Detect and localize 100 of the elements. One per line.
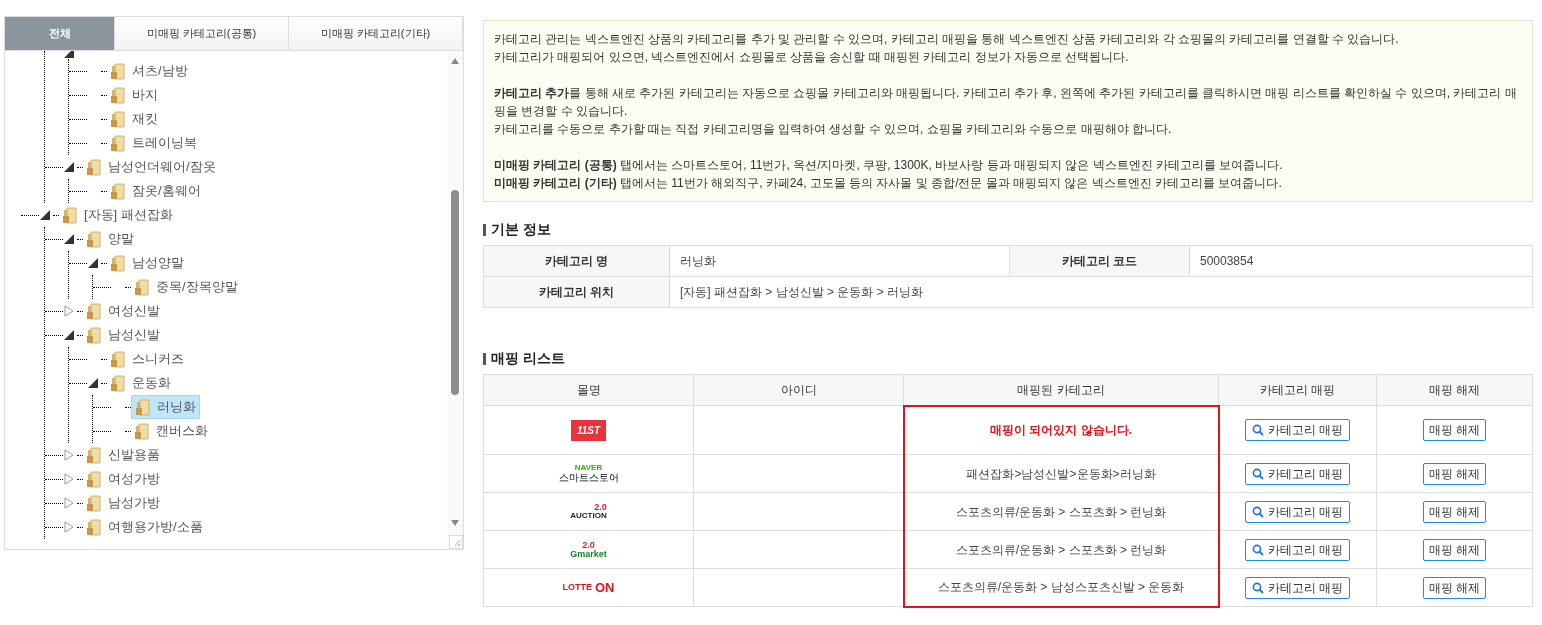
folder-icon (86, 470, 102, 488)
tree-node[interactable]: [자동] 패션잡화 (59, 203, 176, 227)
column-header: 몰명 (483, 374, 694, 406)
table-cell: 러닝화 (669, 245, 1010, 277)
scroll-down-icon[interactable] (450, 519, 460, 527)
collapse-icon[interactable] (63, 233, 75, 245)
tree-node[interactable]: 셔츠/남방 (107, 59, 191, 83)
notice-text: 미매핑 카테고리 (기타) 탭에서는 11번가 해외직구, 카페24, 고도몰 등의 자사몰 및 종합/전문 몰과 매핑되지 않은 넥스트엔진 카테고리를 보여줍니다. (494, 175, 1283, 192)
mall-logo-caption: 스마트스토어 (558, 473, 619, 483)
scrollbar[interactable] (447, 51, 463, 549)
collapse-icon[interactable] (63, 161, 75, 173)
version-label: 2.0 (594, 503, 607, 512)
collapse-icon[interactable] (39, 209, 51, 221)
mall-logo: Gmarket (570, 549, 607, 559)
category-mapping-button[interactable]: 카테고리 매핑 (1245, 538, 1351, 561)
tree-node[interactable]: 잠옷/홈웨어 (107, 179, 204, 203)
mall-logo: NAVER (574, 464, 603, 472)
table-cell: 매핑이 되어있지 않습니다. (903, 405, 1219, 455)
folder-icon (110, 134, 126, 152)
expand-icon[interactable] (63, 449, 75, 461)
tree-node[interactable]: 여성신발 (83, 299, 163, 323)
expand-icon[interactable] (63, 305, 75, 317)
column-header: 아이디 (693, 374, 904, 406)
table-header: 카테고리 코드 (1009, 245, 1190, 277)
tree-node[interactable]: 러닝화 (131, 395, 200, 419)
folder-icon (110, 62, 126, 80)
category-mapping-button[interactable]: 카테고리 매핑 (1245, 500, 1351, 523)
mall-logo: 11ST (570, 419, 607, 441)
table-header: 카테고리 위치 (483, 276, 670, 308)
tree-node[interactable]: 남성가방 (83, 491, 163, 515)
category-mapping-button[interactable]: 카테고리 매핑 (1245, 419, 1351, 441)
tree-node[interactable]: 중목/장목양말 (131, 275, 241, 299)
section-title: 기본 정보 (491, 220, 551, 239)
collapse-icon[interactable] (63, 329, 75, 341)
search-icon (1252, 543, 1265, 556)
tree-node[interactable]: 스니커즈 (107, 347, 187, 371)
tree-node[interactable]: 신발용품 (83, 443, 163, 467)
column-header: 매핑 해제 (1376, 374, 1533, 406)
tab[interactable]: 미매핑 카테고리(공통) (115, 17, 289, 51)
table-cell: [자동] 패션잡화 > 남성신발 > 운동화 > 러닝화 (669, 276, 1533, 308)
tree-node[interactable]: 트레이닝복 (107, 131, 200, 155)
expand-icon[interactable] (63, 497, 75, 509)
table-cell: 스포츠의류/운동화 > 스포츠화 > 런닝화 (903, 530, 1219, 569)
section-title: 매핑 리스트 (491, 349, 565, 368)
folder-icon (86, 230, 102, 248)
tree-node[interactable]: 캔버스화 (131, 419, 211, 443)
folder-icon (110, 374, 126, 392)
unmap-button[interactable]: 매핑 해제 (1422, 500, 1487, 523)
search-icon (1252, 467, 1265, 480)
folder-icon (86, 158, 102, 176)
tree-node[interactable]: 여행용가방/소품 (83, 515, 206, 539)
unmap-button[interactable]: 매핑 해제 (1422, 419, 1487, 441)
column-header: 매핑된 카테고리 (903, 374, 1219, 406)
tree-node[interactable]: 남성언더웨어/잠옷 (83, 155, 219, 179)
tree-node[interactable]: 양말 (83, 227, 137, 251)
notice-text: 카테고리 추가를 통해 새로 추가된 카테고리는 자동으로 쇼핑몰 카테고리와 매핑됩니다. 카테고리 추가 후, 왼쪽에 추가된 카테고리를 클릭하시면 매핑 리스트를 확인하실 수 있으며, 카테고리 매핑을 변경할 수 있습니다. (494, 85, 1518, 120)
notice-text: 카테고리 관리는 넥스트엔진 상품의 카테고리를 추가 및 관리할 수 있으며, 카테고리 매핑을 통해 넥스트엔진 상품 카테고리와 각 쇼핑몰의 카테고리를 연결할 수 있습니다. (494, 31, 1400, 48)
folder-icon (86, 326, 102, 344)
tree-node[interactable]: 운동화 (107, 371, 174, 395)
category-mapping-button[interactable]: 카테고리 매핑 (1245, 576, 1351, 599)
mall-logo: LOTTE (562, 580, 592, 594)
table-cell: 스포츠의류/운동화 > 스포츠화 > 런닝화 (903, 492, 1219, 531)
tree-node[interactable]: 바지 (107, 83, 161, 107)
scrollbar-thumb[interactable] (451, 190, 459, 395)
scroll-up-icon[interactable] (450, 57, 460, 65)
category-mapping-button[interactable]: 카테고리 매핑 (1245, 462, 1351, 485)
unmap-button[interactable]: 매핑 해제 (1422, 538, 1487, 561)
version-label: 2.0 (582, 540, 595, 550)
table-header: 카테고리 명 (483, 245, 670, 277)
folder-icon (86, 518, 102, 536)
unmap-button[interactable]: 매핑 해제 (1422, 462, 1487, 485)
folder-icon (86, 446, 102, 464)
folder-icon (110, 182, 126, 200)
column-header: 카테고리 매핑 (1218, 374, 1377, 406)
table-cell: 스포츠의류/운동화 > 남성스포츠신발 > 운동화 (903, 568, 1219, 607)
tree-node[interactable]: 여성가방 (83, 467, 163, 491)
notice-text: 카테고리가 매핑되어 있으면, 넥스트엔진에서 쇼핑몰로 상품을 송신할 때 매핑된 카테고리 정보가 자동으로 선택됩니다. (494, 49, 1130, 66)
expand-icon[interactable] (63, 473, 75, 485)
collapse-icon[interactable] (87, 257, 99, 269)
search-icon (1252, 424, 1265, 436)
mall-logo: AUCTION (570, 512, 607, 520)
tab[interactable]: 미매핑 카테고리(기타) (289, 17, 463, 51)
tree-node[interactable]: 재킷 (107, 107, 161, 131)
notice-text: 카테고리를 수동으로 추가할 때는 직접 카테고리명을 입력하여 생성할 수 있으며, 쇼핑몰 카테고리와 수동으로 매핑해야 합니다. (494, 121, 1173, 138)
folder-icon (110, 110, 126, 128)
folder-icon (135, 398, 151, 416)
expand-icon[interactable] (63, 521, 75, 533)
folder-icon (86, 302, 102, 320)
table-cell: 패션잡화>남성신발>운동화>러닝화 (903, 454, 1219, 493)
tree-node[interactable]: 남성양말 (107, 251, 187, 275)
mall-logo-mark: ON (595, 578, 615, 597)
resize-grip-icon[interactable] (449, 535, 463, 549)
table-cell: 50003854 (1189, 245, 1533, 277)
tree-node[interactable]: 남성신발 (83, 323, 163, 347)
folder-icon (134, 278, 150, 296)
folder-icon (110, 254, 126, 272)
folder-icon (110, 86, 126, 104)
collapse-icon[interactable] (87, 377, 99, 389)
folder-icon (110, 350, 126, 368)
unmap-button[interactable]: 매핑 해제 (1422, 576, 1487, 599)
